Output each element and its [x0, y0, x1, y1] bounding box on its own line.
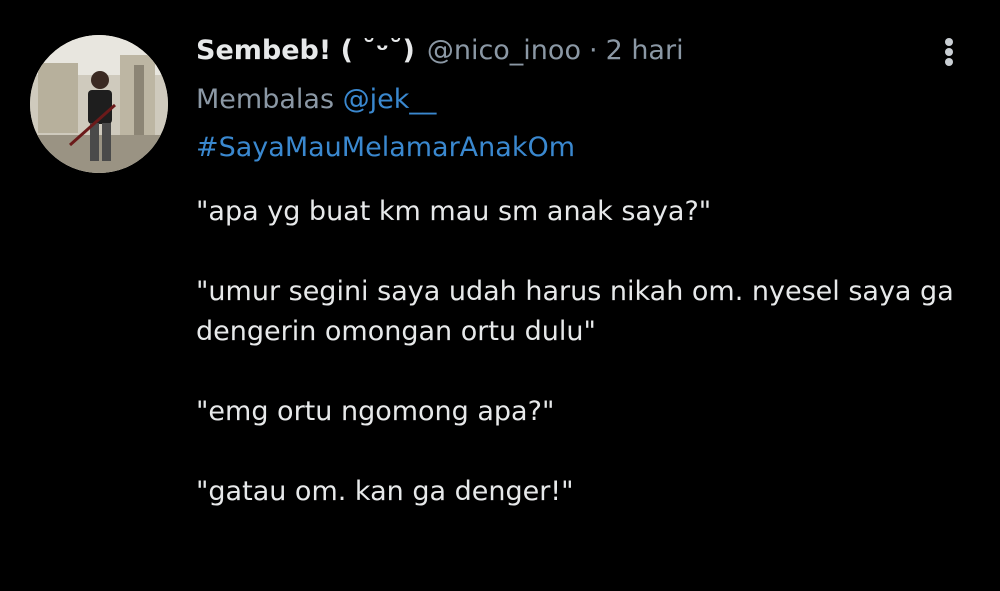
reply-to-mention[interactable]: @jek__ — [343, 84, 437, 115]
tweet-paragraph: "gatau om. kan ga denger!" — [196, 476, 574, 507]
tweet-header: Sembeb! ( ˘ᵕ˘) @nico_inoo · 2 hari — [196, 26, 956, 76]
tweet[interactable]: Sembeb! ( ˘ᵕ˘) @nico_inoo · 2 hari Memba… — [0, 0, 1000, 591]
avatar-photo — [30, 35, 168, 173]
tweet-paragraph: "umur segini saya udah harus nikah om. n… — [196, 276, 954, 347]
tweet-paragraph: "emg ortu ngomong apa?" — [196, 396, 555, 427]
display-name[interactable]: Sembeb! ( ˘ᵕ˘) — [196, 26, 415, 76]
avatar[interactable] — [30, 35, 168, 173]
separator-dot: · — [588, 35, 598, 66]
reply-prefix: Membalas — [196, 84, 335, 115]
reply-context: Membalas @jek__ — [196, 76, 956, 124]
user-handle[interactable]: @nico_inoo — [427, 26, 581, 76]
more-vertical-icon[interactable] — [934, 36, 964, 66]
tweet-text: "apa yg buat km mau sm anak saya?" "umur… — [196, 192, 956, 512]
tweet-content: Sembeb! ( ˘ᵕ˘) @nico_inoo · 2 hari Memba… — [196, 26, 956, 552]
timestamp[interactable]: 2 hari — [606, 26, 684, 76]
tweet-paragraph: "apa yg buat km mau sm anak saya?" — [196, 196, 712, 227]
hashtag-link[interactable]: #SayaMauMelamarAnakOm — [196, 124, 956, 172]
